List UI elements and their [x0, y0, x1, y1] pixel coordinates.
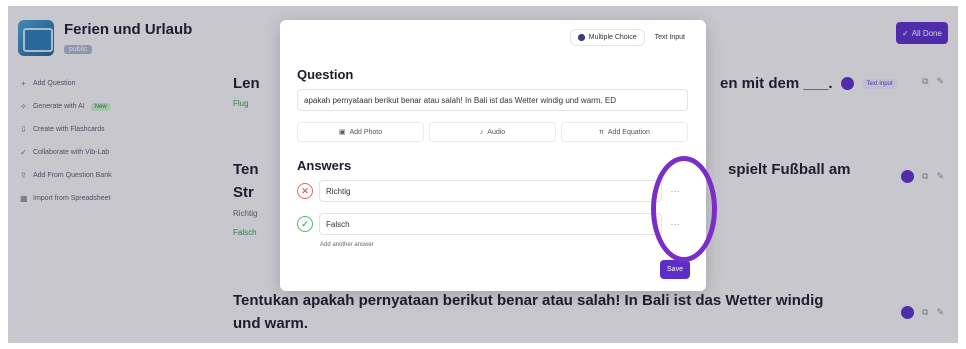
- annotation-ellipse: [651, 156, 717, 262]
- save-button[interactable]: Save: [660, 260, 690, 279]
- answer-row: ✓ Falsch ···: [297, 213, 688, 235]
- answer-row: ✕ Richtig ···: [297, 180, 688, 202]
- question-type-toggle: Multiple Choice Text Input: [571, 30, 692, 45]
- answer-input[interactable]: Falsch: [319, 213, 662, 235]
- add-answer-link[interactable]: Add another answer: [320, 242, 374, 248]
- add-equation-button[interactable]: π Add Equation: [561, 122, 688, 142]
- correct-toggle-icon[interactable]: ✓: [297, 216, 313, 232]
- edit-question-modal: Multiple Choice Text Input Question apak…: [280, 20, 706, 291]
- answers-heading: Answers: [297, 158, 352, 173]
- microphone-icon: ♪: [479, 128, 484, 136]
- mode-multiple-choice[interactable]: Multiple Choice: [571, 30, 644, 45]
- question-input[interactable]: apakah pernyataan berikut benar atau sal…: [297, 89, 688, 111]
- incorrect-toggle-icon[interactable]: ✕: [297, 183, 313, 199]
- image-icon: ▣: [338, 129, 346, 136]
- radio-selected-icon: [577, 34, 585, 41]
- equation-icon: π: [599, 128, 604, 136]
- add-photo-button[interactable]: ▣ Add Photo: [297, 122, 424, 142]
- answer-input[interactable]: Richtig: [319, 180, 662, 202]
- question-tools: ▣ Add Photo ♪ Audio π Add Equation: [297, 122, 688, 142]
- mode-text-input[interactable]: Text Input: [648, 30, 692, 45]
- question-heading: Question: [297, 67, 354, 82]
- audio-button[interactable]: ♪ Audio: [429, 122, 556, 142]
